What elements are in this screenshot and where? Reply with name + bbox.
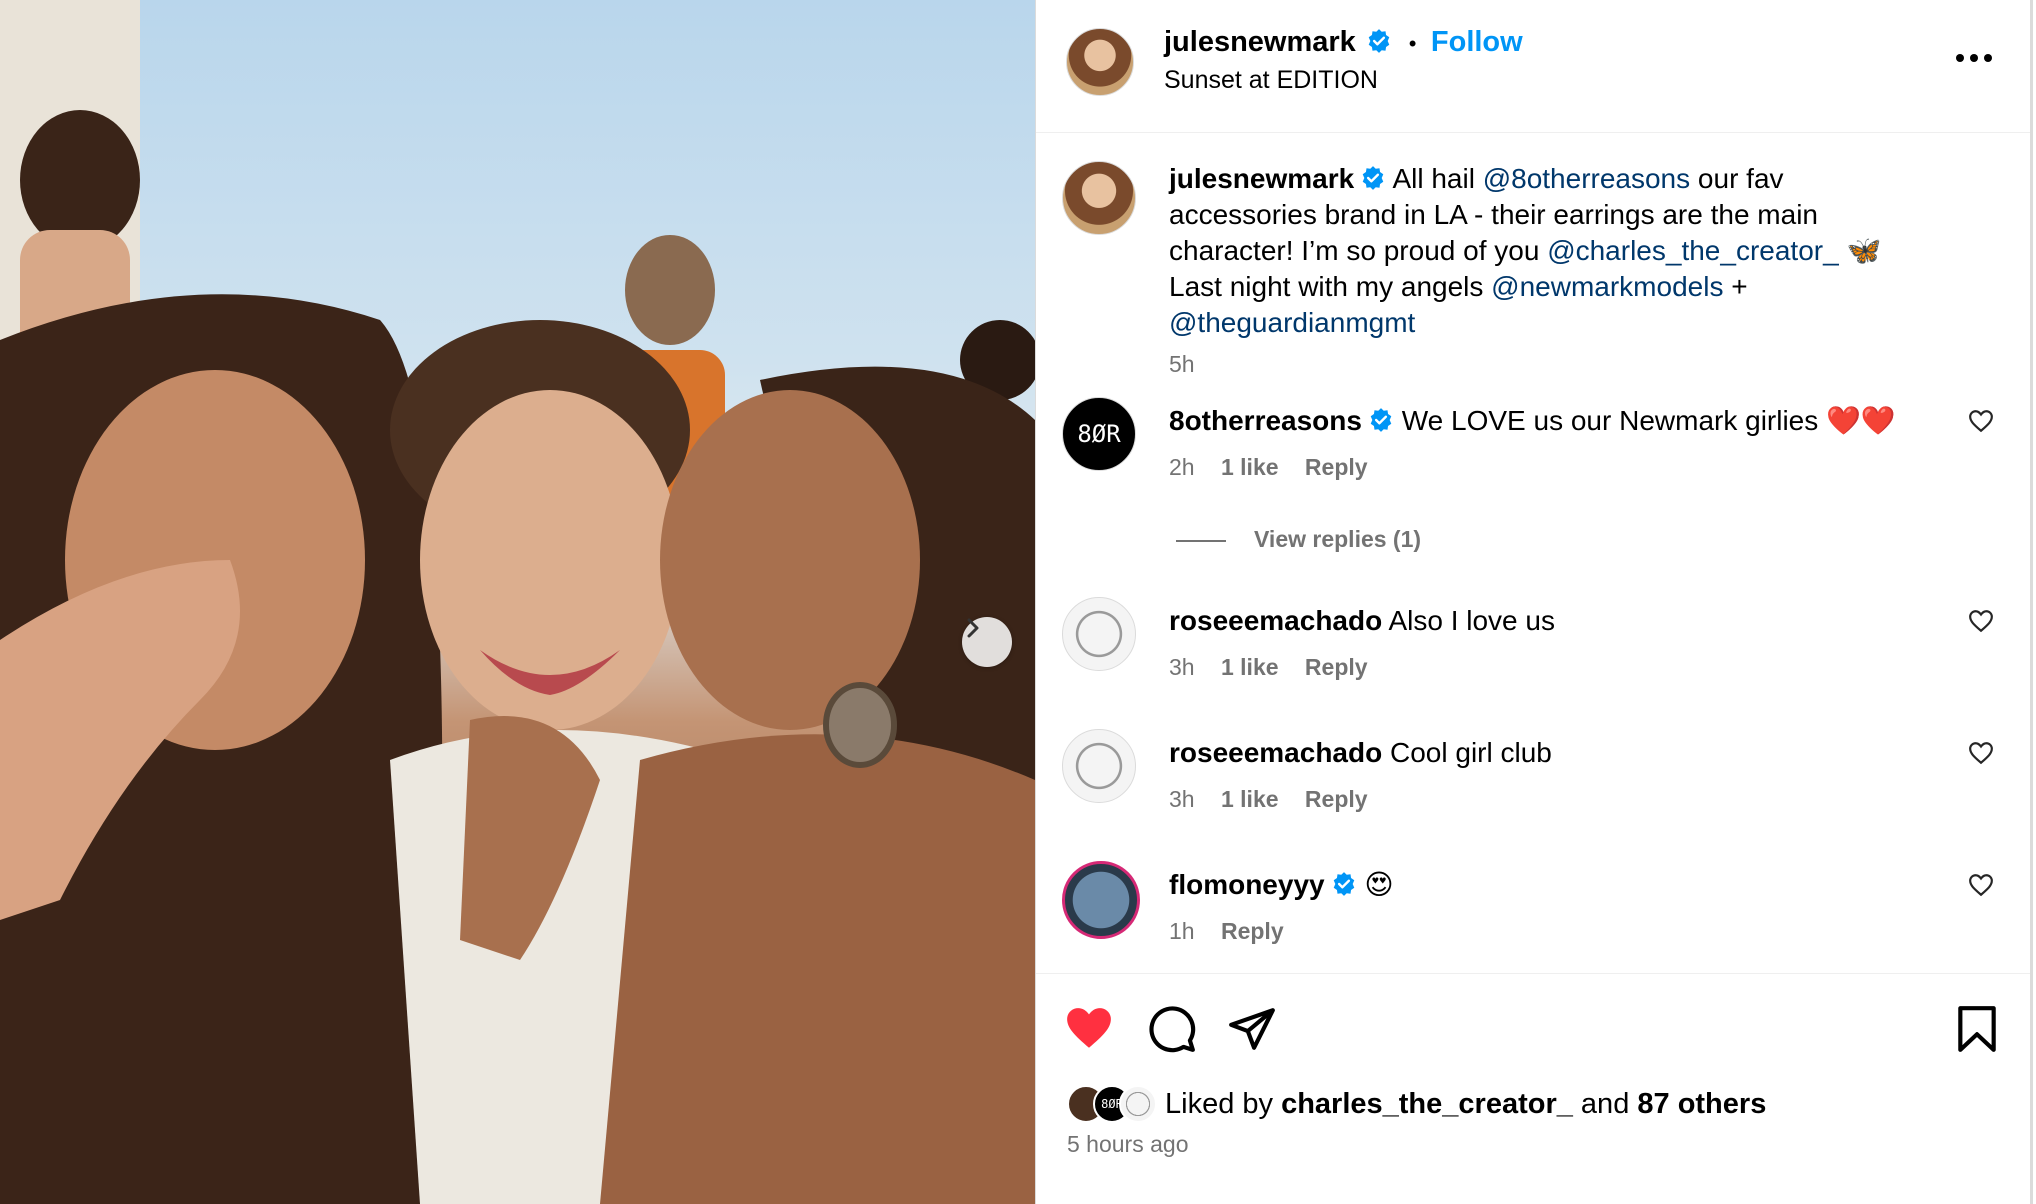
verified-icon bbox=[1333, 872, 1354, 896]
liked-by-middle: and bbox=[1572, 1087, 1638, 1120]
comment-meta: 3h 1 like Reply bbox=[1169, 786, 1388, 813]
reply-button[interactable]: Reply bbox=[1305, 454, 1368, 480]
reply-button[interactable]: Reply bbox=[1305, 786, 1368, 812]
bookmark-icon[interactable] bbox=[1952, 1004, 2002, 1054]
post-timestamp[interactable]: 5 hours ago bbox=[1067, 1131, 1188, 1158]
verified-icon bbox=[1362, 166, 1384, 190]
comment-time: 3h bbox=[1169, 654, 1195, 680]
next-photo-button[interactable] bbox=[962, 617, 1012, 667]
comment-avatar[interactable] bbox=[1062, 861, 1140, 939]
comment-username[interactable]: roseeemachado bbox=[1169, 605, 1382, 636]
comment-row: roseeemachado Also I love us 3h 1 like R… bbox=[1036, 597, 2030, 707]
actions-bar: 8ØR Liked by charles_the_creator_ and 87… bbox=[1036, 973, 2030, 1202]
mention-link[interactable]: @theguardianmgmt bbox=[1169, 307, 1415, 338]
comment-row: flomoneyyy 😍 1h Reply bbox=[1036, 861, 2030, 971]
share-icon[interactable] bbox=[1227, 1004, 1277, 1054]
caption-row: julesnewmark All hail @8otherreasons our… bbox=[1036, 161, 2030, 377]
reply-button[interactable]: Reply bbox=[1305, 654, 1368, 680]
mention-link[interactable]: @newmarkmodels bbox=[1491, 271, 1723, 302]
comment-time: 3h bbox=[1169, 786, 1195, 812]
post-header: julesnewmark • Follow Sunset at EDITION bbox=[1036, 0, 2030, 133]
mention-link[interactable]: @charles_the_creator_ bbox=[1547, 235, 1838, 266]
comment-likes[interactable]: 1 like bbox=[1221, 786, 1279, 812]
liked-by-prefix: Liked by bbox=[1165, 1087, 1282, 1120]
comment-time: 1h bbox=[1169, 918, 1195, 944]
verified-icon bbox=[1366, 28, 1392, 59]
comments-section: julesnewmark All hail @8otherreasons our… bbox=[1036, 133, 2030, 973]
comment-text: roseeemachado Also I love us bbox=[1169, 603, 1930, 639]
comment-text: 8otherreasons We LOVE us our Newmark gir… bbox=[1169, 403, 1930, 439]
photo-illustration bbox=[0, 0, 1035, 1204]
author-avatar[interactable] bbox=[1066, 28, 1134, 96]
heart-icon[interactable] bbox=[1968, 609, 1994, 633]
comment-avatar[interactable]: 8ØR bbox=[1062, 397, 1136, 471]
liked-by-user[interactable]: charles_the_creator_ bbox=[1281, 1088, 1573, 1121]
author-username[interactable]: julesnewmark bbox=[1164, 26, 1356, 58]
comment-row: 8ØR 8otherreasons We LOVE us our Newmark… bbox=[1036, 397, 2030, 507]
post-panel: julesnewmark • Follow Sunset at EDITION … bbox=[1035, 0, 2033, 1204]
comment-username[interactable]: 8otherreasons bbox=[1169, 405, 1362, 436]
caption-time: 5h bbox=[1169, 351, 1195, 377]
comment-body: 😍 bbox=[1364, 869, 1394, 900]
comment-meta: 2h 1 like Reply bbox=[1169, 454, 1388, 481]
comment-username[interactable]: roseeemachado bbox=[1169, 737, 1382, 768]
post-photo[interactable] bbox=[0, 0, 1035, 1204]
comment-icon[interactable] bbox=[1147, 1004, 1197, 1054]
caption-text: julesnewmark All hail @8otherreasons our… bbox=[1169, 161, 1930, 341]
more-icon[interactable] bbox=[1954, 52, 1994, 64]
heart-icon[interactable] bbox=[1968, 873, 1994, 897]
follow-button[interactable]: Follow bbox=[1431, 26, 1523, 58]
reply-button[interactable]: Reply bbox=[1221, 918, 1284, 944]
heart-icon[interactable] bbox=[1968, 409, 1994, 433]
view-replies-button[interactable]: View replies (1) bbox=[1176, 526, 1421, 553]
post-location[interactable]: Sunset at EDITION bbox=[1164, 66, 1378, 95]
comment-meta: 3h 1 like Reply bbox=[1169, 654, 1388, 681]
comment-likes[interactable]: 1 like bbox=[1221, 654, 1279, 680]
heart-icon[interactable] bbox=[1064, 1004, 1114, 1054]
comment-text: roseeemachado Cool girl club bbox=[1169, 735, 1930, 771]
comment-avatar[interactable] bbox=[1062, 729, 1136, 803]
comment-time: 2h bbox=[1169, 454, 1195, 480]
replies-line bbox=[1176, 539, 1226, 542]
comment-row: roseeemachado Cool girl club 3h 1 like R… bbox=[1036, 729, 2030, 839]
caption-username[interactable]: julesnewmark bbox=[1169, 163, 1354, 194]
liker-avatars: 8ØR bbox=[1067, 1085, 1157, 1123]
comment-body: We LOVE us our Newmark girlies ❤️❤️ bbox=[1401, 405, 1896, 436]
mention-link[interactable]: @8otherreasons bbox=[1483, 163, 1690, 194]
comment-avatar[interactable] bbox=[1062, 597, 1136, 671]
caption-avatar[interactable] bbox=[1062, 161, 1136, 235]
comment-text: flomoneyyy 😍 bbox=[1169, 867, 1930, 903]
heart-icon[interactable] bbox=[1968, 741, 1994, 765]
likes-summary: 8ØR Liked by charles_the_creator_ and 87… bbox=[1067, 1082, 1766, 1126]
liked-by-others[interactable]: 87 others bbox=[1637, 1088, 1766, 1121]
chevron-right-icon bbox=[967, 618, 979, 638]
separator-dot: • bbox=[1408, 31, 1417, 56]
comment-username[interactable]: flomoneyyy bbox=[1169, 869, 1325, 900]
view-replies-label: View replies (1) bbox=[1254, 526, 1422, 552]
caption-part: All hail bbox=[1392, 163, 1483, 194]
comment-body: Cool girl club bbox=[1390, 737, 1552, 768]
author-line: julesnewmark • Follow bbox=[1164, 26, 1523, 59]
caption-part: + bbox=[1723, 271, 1748, 302]
comment-meta: 1h Reply bbox=[1169, 918, 1304, 945]
verified-icon bbox=[1370, 408, 1392, 432]
comment-likes[interactable]: 1 like bbox=[1221, 454, 1279, 480]
caption-meta: 5h bbox=[1169, 351, 1215, 378]
comment-body: Also I love us bbox=[1388, 605, 1555, 636]
liker-avatar[interactable] bbox=[1119, 1085, 1157, 1123]
